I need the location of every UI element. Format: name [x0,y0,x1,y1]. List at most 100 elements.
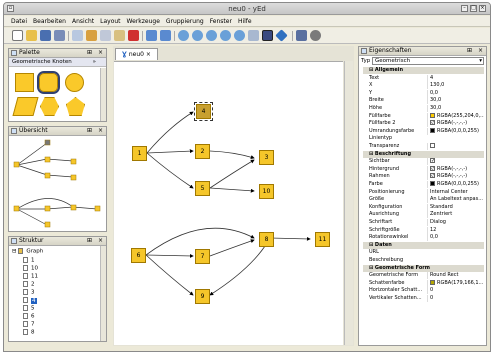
property-value[interactable]: ✓ [427,158,484,166]
palette-hexagon[interactable] [40,97,59,116]
undo-icon[interactable] [146,30,157,41]
property-value[interactable]: 30,0 [427,97,484,105]
tree-item[interactable]: 3 [23,289,35,297]
panel-pin-icon[interactable]: ⊞ [87,127,92,135]
collapse-icon[interactable]: » [93,58,96,66]
property-value[interactable]: RGBA(255,204,0,... [427,112,484,120]
property-row[interactable]: Farbe RGBA(0,0,0,255) [363,181,484,188]
save-as-icon[interactable] [54,30,65,41]
property-section-header[interactable]: ⊟ Daten [363,241,484,249]
menu-layout[interactable]: Layout [97,16,123,25]
property-row[interactable]: Vertikaler Schatten... 0 [363,295,484,302]
property-row[interactable]: Transparenz [363,143,484,150]
palette-parallelogram[interactable] [12,97,39,116]
type-select[interactable]: Geometrisch ▾ [372,57,484,65]
property-value[interactable]: RGBA(0,0,0,255) [427,181,484,188]
property-row[interactable]: Positionierung Internal Center [363,188,484,196]
property-value[interactable]: 4 [427,74,484,82]
zoom-fit-icon[interactable] [206,30,217,41]
property-row[interactable]: Konfiguration Standard [363,203,484,211]
tree-root[interactable]: ⊟ Graph [12,248,43,256]
grid-icon[interactable] [248,30,259,41]
menu-hilfe[interactable]: Hilfe [235,16,255,25]
new-icon[interactable] [12,30,23,41]
graph-node-11[interactable]: 11 [315,232,330,247]
cut-icon[interactable] [86,30,97,41]
palette-section-header[interactable]: Geometrische Knoten » [9,58,106,67]
property-row[interactable]: Schattenfarbe RGBA(179,166,1... [363,279,484,287]
menu-ansicht[interactable]: Ansicht [69,16,97,25]
property-value[interactable]: RGBA(0,0,0,255) [427,127,484,135]
property-value[interactable]: Zentriert [427,211,484,219]
graph-node-8[interactable]: 8 [259,232,274,247]
tree-item-selected[interactable]: 4 [23,297,37,305]
property-row[interactable]: Linientyp [363,135,484,142]
property-row[interactable]: Y 0,0 [363,89,484,97]
maximize-button[interactable]: □ [470,5,477,12]
copy-icon[interactable] [100,30,111,41]
paste-icon[interactable] [114,30,125,41]
property-value[interactable]: RGBA(-,-,-,-) [427,165,484,173]
property-value[interactable]: RGBA(-,-,-,-) [427,173,484,181]
palette-round-rectangle[interactable] [37,71,60,94]
edit-mode-icon[interactable] [262,30,273,41]
property-section-header[interactable]: ⊟ Geometrische Form [363,264,484,272]
property-row[interactable]: Geometrische Form Round Rect [363,272,484,280]
checkbox[interactable] [430,143,435,148]
palette-rectangle[interactable] [15,73,34,92]
property-value[interactable]: Dialog [427,219,484,226]
open-icon[interactable] [26,30,37,41]
property-row[interactable]: Größe An Labeltext anpas... [363,196,484,204]
property-row[interactable]: Breite 30,0 [363,97,484,105]
properties-icon[interactable] [72,30,83,41]
property-row[interactable]: Ausrichtung Zentriert [363,211,484,219]
panel-close-icon[interactable]: × [98,49,103,57]
property-section-header[interactable]: ⊟ Beschriftung [363,150,484,158]
tree-item[interactable]: 5 [23,305,35,313]
property-row[interactable]: Schriftart Dialog [363,219,484,226]
panel-pin-icon[interactable]: ⊞ [87,49,92,57]
delete-icon[interactable] [128,30,139,41]
panel-pin-icon[interactable]: ⊞ [467,47,472,55]
property-value[interactable]: RGBA(179,166,1... [427,279,484,287]
property-row[interactable]: Füllfarbe RGBA(255,204,0,... [363,112,484,120]
property-row[interactable]: X 130,0 [363,82,484,90]
menu-werkzeuge[interactable]: Werkzeuge [124,16,163,25]
property-value[interactable]: 0 [427,295,484,302]
property-row[interactable]: Umrandungsfarbe RGBA(0,0,0,255) [363,127,484,135]
zoom-out-icon[interactable] [192,30,203,41]
property-value[interactable]: 130,0 [427,82,484,90]
tree-item[interactable]: 11 [23,273,38,281]
property-value[interactable]: Internal Center [427,188,484,196]
property-value[interactable]: 12 [427,226,484,234]
property-section-header[interactable]: ⊟ Allgemein [363,67,484,74]
menu-bearbeiten[interactable]: Bearbeiten [30,16,69,25]
panel-close-icon[interactable]: × [98,127,103,135]
graph-node-9[interactable]: 9 [195,289,210,304]
property-row[interactable]: Text 4 [363,74,484,82]
graph-node-1[interactable]: 1 [132,146,147,161]
tree-item[interactable]: 2 [23,281,35,289]
checkbox[interactable]: ✓ [430,158,435,164]
structure-scrollbar[interactable] [100,246,106,341]
tree-item[interactable]: 6 [23,313,35,321]
property-value[interactable]: 0,0 [427,89,484,97]
property-row[interactable]: Beschreibung [363,257,484,264]
minimize-button[interactable]: – [461,5,468,12]
property-row[interactable]: Horizontaler Schatt... 0 [363,287,484,295]
property-row[interactable]: Rahmen RGBA(-,-,-,-) [363,173,484,181]
property-row[interactable]: Schriftgröße 12 [363,226,484,234]
tree-item[interactable]: 7 [23,321,35,329]
panel-close-icon[interactable]: × [98,237,103,245]
menu-fenster[interactable]: Fenster [207,16,235,25]
graph-node-4[interactable]: 4 [194,102,213,121]
property-value[interactable]: 0,0 [427,234,484,242]
close-button[interactable]: × [479,5,486,12]
graph-node-7[interactable]: 7 [195,249,210,264]
property-row[interactable]: Sichtbar ✓ [363,158,484,166]
graph-node-5[interactable]: 5 [195,181,210,196]
zoom-in-icon[interactable] [178,30,189,41]
redo-icon[interactable] [160,30,171,41]
tree-item[interactable]: 10 [23,265,38,273]
property-value[interactable]: An Labeltext anpas... [427,196,484,204]
